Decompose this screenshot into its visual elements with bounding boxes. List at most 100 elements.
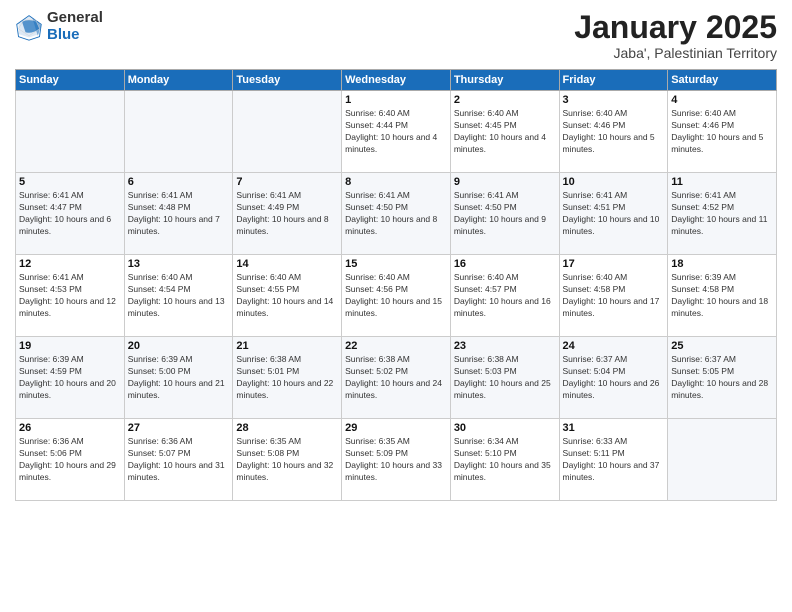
weekday-header: Saturday bbox=[668, 70, 777, 91]
calendar-day-cell bbox=[124, 91, 233, 173]
day-info: Sunrise: 6:39 AM Sunset: 5:00 PM Dayligh… bbox=[128, 354, 230, 402]
day-info: Sunrise: 6:35 AM Sunset: 5:09 PM Dayligh… bbox=[345, 436, 447, 484]
day-number: 14 bbox=[236, 258, 338, 270]
weekday-header: Sunday bbox=[16, 70, 125, 91]
day-info: Sunrise: 6:38 AM Sunset: 5:02 PM Dayligh… bbox=[345, 354, 447, 402]
day-info: Sunrise: 6:40 AM Sunset: 4:55 PM Dayligh… bbox=[236, 272, 338, 320]
day-number: 29 bbox=[345, 422, 447, 434]
day-number: 30 bbox=[454, 422, 556, 434]
calendar-week-row: 12 Sunrise: 6:41 AM Sunset: 4:53 PM Dayl… bbox=[16, 255, 777, 337]
calendar-day-cell: 21 Sunrise: 6:38 AM Sunset: 5:01 PM Dayl… bbox=[233, 337, 342, 419]
logo-text: General Blue bbox=[47, 10, 103, 43]
day-info: Sunrise: 6:41 AM Sunset: 4:48 PM Dayligh… bbox=[128, 190, 230, 238]
day-number: 20 bbox=[128, 340, 230, 352]
day-info: Sunrise: 6:41 AM Sunset: 4:50 PM Dayligh… bbox=[345, 190, 447, 238]
calendar-week-row: 5 Sunrise: 6:41 AM Sunset: 4:47 PM Dayli… bbox=[16, 173, 777, 255]
title-block: January 2025 Jaba', Palestinian Territor… bbox=[574, 10, 777, 61]
calendar-day-cell: 2 Sunrise: 6:40 AM Sunset: 4:45 PM Dayli… bbox=[450, 91, 559, 173]
calendar-day-cell: 15 Sunrise: 6:40 AM Sunset: 4:56 PM Dayl… bbox=[342, 255, 451, 337]
calendar-day-cell: 6 Sunrise: 6:41 AM Sunset: 4:48 PM Dayli… bbox=[124, 173, 233, 255]
day-number: 3 bbox=[563, 94, 665, 106]
day-info: Sunrise: 6:36 AM Sunset: 5:06 PM Dayligh… bbox=[19, 436, 121, 484]
day-info: Sunrise: 6:41 AM Sunset: 4:47 PM Dayligh… bbox=[19, 190, 121, 238]
calendar-subtitle: Jaba', Palestinian Territory bbox=[574, 45, 777, 61]
calendar-day-cell: 18 Sunrise: 6:39 AM Sunset: 4:58 PM Dayl… bbox=[668, 255, 777, 337]
day-info: Sunrise: 6:40 AM Sunset: 4:54 PM Dayligh… bbox=[128, 272, 230, 320]
day-number: 5 bbox=[19, 176, 121, 188]
calendar-day-cell: 7 Sunrise: 6:41 AM Sunset: 4:49 PM Dayli… bbox=[233, 173, 342, 255]
logo: General Blue bbox=[15, 10, 103, 43]
day-number: 11 bbox=[671, 176, 773, 188]
calendar-day-cell bbox=[233, 91, 342, 173]
day-number: 2 bbox=[454, 94, 556, 106]
day-info: Sunrise: 6:34 AM Sunset: 5:10 PM Dayligh… bbox=[454, 436, 556, 484]
calendar-day-cell: 16 Sunrise: 6:40 AM Sunset: 4:57 PM Dayl… bbox=[450, 255, 559, 337]
calendar-day-cell bbox=[668, 419, 777, 501]
day-info: Sunrise: 6:40 AM Sunset: 4:44 PM Dayligh… bbox=[345, 108, 447, 156]
day-info: Sunrise: 6:38 AM Sunset: 5:03 PM Dayligh… bbox=[454, 354, 556, 402]
calendar-day-cell: 8 Sunrise: 6:41 AM Sunset: 4:50 PM Dayli… bbox=[342, 173, 451, 255]
day-info: Sunrise: 6:37 AM Sunset: 5:04 PM Dayligh… bbox=[563, 354, 665, 402]
day-info: Sunrise: 6:38 AM Sunset: 5:01 PM Dayligh… bbox=[236, 354, 338, 402]
day-info: Sunrise: 6:41 AM Sunset: 4:53 PM Dayligh… bbox=[19, 272, 121, 320]
logo-icon bbox=[15, 13, 43, 41]
calendar-day-cell: 28 Sunrise: 6:35 AM Sunset: 5:08 PM Dayl… bbox=[233, 419, 342, 501]
calendar-day-cell: 14 Sunrise: 6:40 AM Sunset: 4:55 PM Dayl… bbox=[233, 255, 342, 337]
day-info: Sunrise: 6:41 AM Sunset: 4:51 PM Dayligh… bbox=[563, 190, 665, 238]
day-number: 21 bbox=[236, 340, 338, 352]
calendar-day-cell: 25 Sunrise: 6:37 AM Sunset: 5:05 PM Dayl… bbox=[668, 337, 777, 419]
day-info: Sunrise: 6:41 AM Sunset: 4:52 PM Dayligh… bbox=[671, 190, 773, 238]
day-number: 9 bbox=[454, 176, 556, 188]
calendar-day-cell: 29 Sunrise: 6:35 AM Sunset: 5:09 PM Dayl… bbox=[342, 419, 451, 501]
day-info: Sunrise: 6:40 AM Sunset: 4:57 PM Dayligh… bbox=[454, 272, 556, 320]
header: General Blue January 2025 Jaba', Palesti… bbox=[15, 10, 777, 61]
calendar-table: SundayMondayTuesdayWednesdayThursdayFrid… bbox=[15, 69, 777, 501]
calendar-day-cell: 9 Sunrise: 6:41 AM Sunset: 4:50 PM Dayli… bbox=[450, 173, 559, 255]
day-number: 18 bbox=[671, 258, 773, 270]
day-info: Sunrise: 6:39 AM Sunset: 4:59 PM Dayligh… bbox=[19, 354, 121, 402]
calendar-day-cell: 1 Sunrise: 6:40 AM Sunset: 4:44 PM Dayli… bbox=[342, 91, 451, 173]
day-number: 23 bbox=[454, 340, 556, 352]
logo-general: General bbox=[47, 10, 103, 27]
day-info: Sunrise: 6:37 AM Sunset: 5:05 PM Dayligh… bbox=[671, 354, 773, 402]
calendar-day-cell: 4 Sunrise: 6:40 AM Sunset: 4:46 PM Dayli… bbox=[668, 91, 777, 173]
calendar-day-cell: 26 Sunrise: 6:36 AM Sunset: 5:06 PM Dayl… bbox=[16, 419, 125, 501]
calendar-day-cell: 3 Sunrise: 6:40 AM Sunset: 4:46 PM Dayli… bbox=[559, 91, 668, 173]
day-info: Sunrise: 6:33 AM Sunset: 5:11 PM Dayligh… bbox=[563, 436, 665, 484]
calendar-day-cell: 30 Sunrise: 6:34 AM Sunset: 5:10 PM Dayl… bbox=[450, 419, 559, 501]
day-number: 6 bbox=[128, 176, 230, 188]
day-info: Sunrise: 6:40 AM Sunset: 4:58 PM Dayligh… bbox=[563, 272, 665, 320]
calendar-day-cell: 24 Sunrise: 6:37 AM Sunset: 5:04 PM Dayl… bbox=[559, 337, 668, 419]
day-info: Sunrise: 6:39 AM Sunset: 4:58 PM Dayligh… bbox=[671, 272, 773, 320]
weekday-header: Monday bbox=[124, 70, 233, 91]
calendar-day-cell: 31 Sunrise: 6:33 AM Sunset: 5:11 PM Dayl… bbox=[559, 419, 668, 501]
day-number: 7 bbox=[236, 176, 338, 188]
day-number: 27 bbox=[128, 422, 230, 434]
weekday-header: Tuesday bbox=[233, 70, 342, 91]
weekday-header: Friday bbox=[559, 70, 668, 91]
day-number: 16 bbox=[454, 258, 556, 270]
day-number: 28 bbox=[236, 422, 338, 434]
calendar-week-row: 1 Sunrise: 6:40 AM Sunset: 4:44 PM Dayli… bbox=[16, 91, 777, 173]
day-number: 17 bbox=[563, 258, 665, 270]
day-number: 12 bbox=[19, 258, 121, 270]
day-number: 15 bbox=[345, 258, 447, 270]
day-number: 4 bbox=[671, 94, 773, 106]
calendar-day-cell: 12 Sunrise: 6:41 AM Sunset: 4:53 PM Dayl… bbox=[16, 255, 125, 337]
day-info: Sunrise: 6:40 AM Sunset: 4:46 PM Dayligh… bbox=[671, 108, 773, 156]
day-number: 24 bbox=[563, 340, 665, 352]
calendar-week-row: 19 Sunrise: 6:39 AM Sunset: 4:59 PM Dayl… bbox=[16, 337, 777, 419]
calendar-day-cell: 5 Sunrise: 6:41 AM Sunset: 4:47 PM Dayli… bbox=[16, 173, 125, 255]
day-info: Sunrise: 6:41 AM Sunset: 4:49 PM Dayligh… bbox=[236, 190, 338, 238]
day-number: 25 bbox=[671, 340, 773, 352]
calendar-title: January 2025 bbox=[574, 10, 777, 45]
calendar-day-cell: 17 Sunrise: 6:40 AM Sunset: 4:58 PM Dayl… bbox=[559, 255, 668, 337]
calendar-day-cell: 22 Sunrise: 6:38 AM Sunset: 5:02 PM Dayl… bbox=[342, 337, 451, 419]
calendar-day-cell: 10 Sunrise: 6:41 AM Sunset: 4:51 PM Dayl… bbox=[559, 173, 668, 255]
day-number: 10 bbox=[563, 176, 665, 188]
day-info: Sunrise: 6:40 AM Sunset: 4:56 PM Dayligh… bbox=[345, 272, 447, 320]
day-number: 26 bbox=[19, 422, 121, 434]
day-info: Sunrise: 6:41 AM Sunset: 4:50 PM Dayligh… bbox=[454, 190, 556, 238]
day-number: 1 bbox=[345, 94, 447, 106]
day-info: Sunrise: 6:40 AM Sunset: 4:45 PM Dayligh… bbox=[454, 108, 556, 156]
